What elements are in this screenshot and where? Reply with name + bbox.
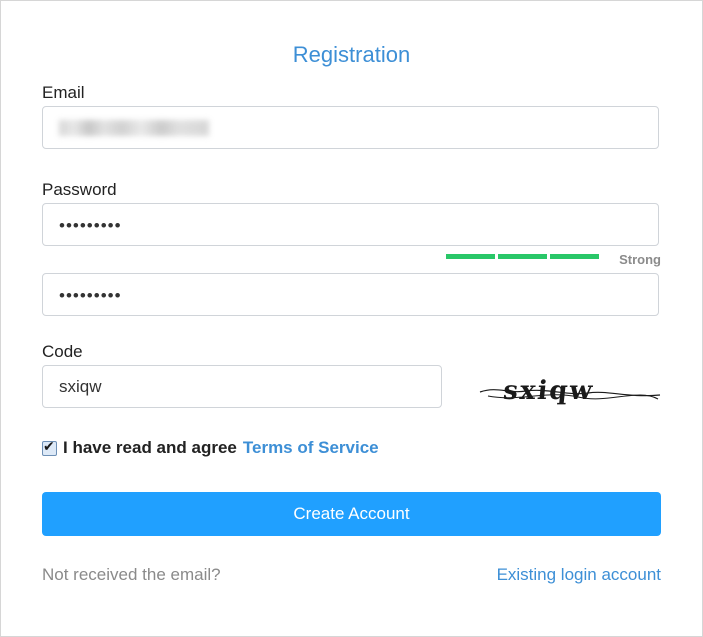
existing-login-link[interactable]: Existing login account	[497, 565, 661, 585]
terms-of-service-link[interactable]: Terms of Service	[243, 438, 379, 458]
email-label: Email	[42, 83, 85, 102]
agree-checkbox[interactable]: ✔	[42, 437, 57, 456]
password-field[interactable]: •••••••••	[42, 203, 659, 246]
captcha-image[interactable]: sxiqw	[478, 366, 662, 416]
password-label: Password	[42, 180, 117, 199]
strength-bar-segment	[550, 254, 599, 259]
password-strength-meter	[446, 254, 599, 259]
redacted-email-value	[59, 120, 209, 136]
email-field[interactable]	[42, 106, 659, 149]
code-value: sxiqw	[59, 377, 102, 396]
code-field[interactable]: sxiqw	[42, 365, 442, 408]
page-title: Registration	[292, 42, 411, 67]
resend-email-link[interactable]: Not received the email?	[42, 565, 221, 585]
confirm-password-field[interactable]: •••••••••	[42, 273, 659, 316]
code-label: Code	[42, 342, 83, 361]
strength-bar-segment	[446, 254, 495, 259]
password-value: •••••••••	[59, 216, 122, 235]
registration-panel	[0, 0, 703, 637]
password-strength-label: Strong	[619, 252, 661, 267]
agreement-text: I have read and agree	[63, 438, 237, 457]
checkmark-icon: ✔	[43, 437, 55, 454]
create-account-button[interactable]: Create Account	[42, 492, 661, 536]
confirm-password-value: •••••••••	[59, 286, 122, 305]
captcha-text: sxiqw	[502, 376, 596, 406]
terms-agreement-row: ✔ I have read and agree Terms of Service	[42, 437, 379, 459]
strength-bar-segment	[498, 254, 547, 259]
